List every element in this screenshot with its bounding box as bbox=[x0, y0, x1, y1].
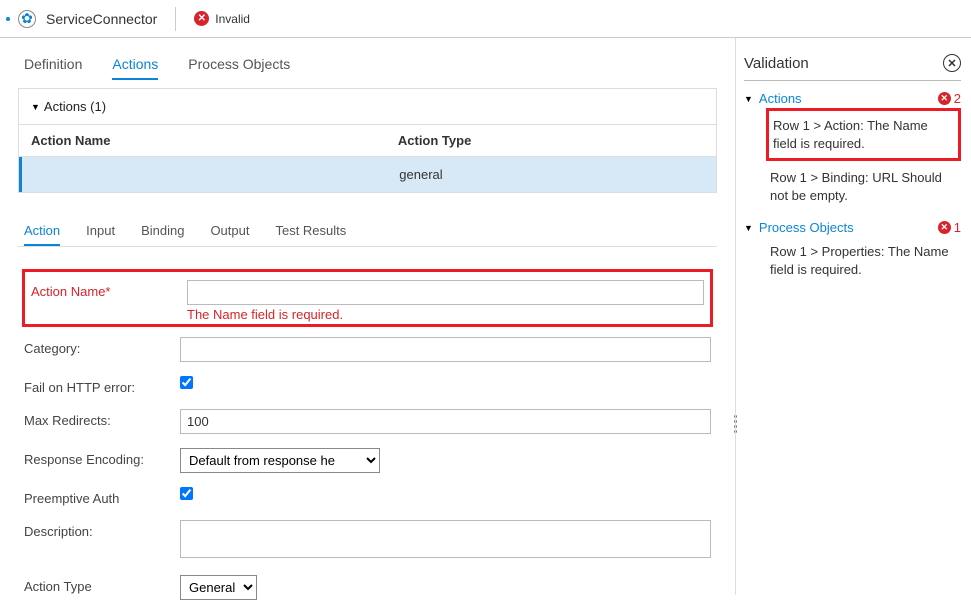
category-input[interactable] bbox=[180, 337, 711, 362]
validation-group-header-actions[interactable]: ▼ Actions ✕ 2 bbox=[744, 89, 961, 108]
description-textarea[interactable] bbox=[180, 520, 711, 558]
caret-down-icon: ▼ bbox=[744, 94, 753, 104]
actions-panel-title: Actions (1) bbox=[44, 99, 106, 114]
top-tabs: Definition Actions Process Objects bbox=[18, 56, 717, 80]
validation-count: ✕ 2 bbox=[938, 91, 961, 106]
tab-output[interactable]: Output bbox=[210, 223, 249, 246]
response-encoding-select[interactable]: Default from response he bbox=[180, 448, 380, 473]
tab-action[interactable]: Action bbox=[24, 223, 60, 246]
validation-group-process-objects: ▼ Process Objects ✕ 1 Row 1 > Properties… bbox=[744, 218, 961, 284]
col-action-name: Action Name bbox=[19, 125, 386, 156]
action-name-error: The Name field is required. bbox=[187, 307, 704, 322]
validation-title: Validation bbox=[744, 55, 809, 72]
action-name-label: Action Name* bbox=[31, 280, 187, 299]
tab-binding[interactable]: Binding bbox=[141, 223, 184, 246]
action-name-highlight: Action Name* The Name field is required. bbox=[22, 269, 713, 327]
status-badge: ✕ Invalid bbox=[194, 11, 250, 26]
response-encoding-label: Response Encoding: bbox=[24, 448, 180, 467]
row-action-name bbox=[22, 157, 387, 192]
divider bbox=[175, 7, 176, 31]
error-icon: ✕ bbox=[194, 11, 209, 26]
validation-group-actions: ▼ Actions ✕ 2 Row 1 > Action: The Name f… bbox=[744, 89, 961, 210]
caret-down-icon: ▼ bbox=[31, 102, 40, 112]
detail-tabs: Action Input Binding Output Test Results bbox=[18, 223, 717, 246]
action-type-select[interactable]: General bbox=[180, 575, 257, 600]
fail-http-label: Fail on HTTP error: bbox=[24, 376, 180, 395]
description-label: Description: bbox=[24, 520, 180, 539]
validation-item[interactable]: Row 1 > Action: The Name field is requir… bbox=[766, 108, 961, 161]
validation-group-header-process-objects[interactable]: ▼ Process Objects ✕ 1 bbox=[744, 218, 961, 237]
action-type-label: Action Type bbox=[24, 575, 180, 594]
validation-count: ✕ 1 bbox=[938, 220, 961, 235]
error-icon: ✕ bbox=[938, 92, 951, 105]
row-action-type: general bbox=[387, 157, 716, 192]
tab-actions[interactable]: Actions bbox=[112, 56, 158, 80]
close-icon[interactable]: ✕ bbox=[943, 54, 961, 72]
tab-input[interactable]: Input bbox=[86, 223, 115, 246]
tab-process-objects[interactable]: Process Objects bbox=[188, 56, 290, 80]
actions-panel: ▼ Actions (1) Action Name Action Type ge… bbox=[18, 88, 717, 193]
preemptive-auth-label: Preemptive Auth bbox=[24, 487, 180, 506]
error-icon: ✕ bbox=[938, 221, 951, 234]
fail-http-checkbox[interactable] bbox=[180, 376, 193, 389]
tab-test-results[interactable]: Test Results bbox=[275, 223, 346, 246]
header-bar: ✿ ServiceConnector ✕ Invalid bbox=[0, 0, 971, 38]
col-action-type: Action Type bbox=[386, 125, 716, 156]
validation-group-label: Process Objects bbox=[759, 220, 854, 235]
max-redirects-label: Max Redirects: bbox=[24, 409, 180, 428]
validation-item[interactable]: Row 1 > Binding: URL Should not be empty… bbox=[766, 163, 961, 210]
preemptive-auth-checkbox[interactable] bbox=[180, 487, 193, 500]
category-label: Category: bbox=[24, 337, 180, 356]
actions-table-header: Action Name Action Type bbox=[19, 124, 716, 157]
validation-group-label: Actions bbox=[759, 91, 802, 106]
status-label: Invalid bbox=[215, 12, 250, 26]
validation-header: Validation ✕ bbox=[744, 54, 961, 81]
table-row[interactable]: general bbox=[19, 157, 716, 192]
validation-pane: Validation ✕ ▼ Actions ✕ 2 Row 1 > Actio… bbox=[735, 38, 971, 595]
actions-panel-header[interactable]: ▼ Actions (1) bbox=[19, 89, 716, 124]
validation-item[interactable]: Row 1 > Properties: The Name field is re… bbox=[766, 237, 961, 284]
form-area: Action Name* The Name field is required.… bbox=[18, 246, 717, 600]
tab-definition[interactable]: Definition bbox=[24, 56, 82, 80]
max-redirects-input[interactable] bbox=[180, 409, 711, 434]
page-title: ServiceConnector bbox=[42, 11, 157, 27]
service-connector-icon: ✿ bbox=[18, 10, 36, 28]
action-name-input[interactable] bbox=[187, 280, 704, 305]
caret-down-icon: ▼ bbox=[744, 223, 753, 233]
bullet-icon bbox=[6, 17, 10, 21]
main-pane: Definition Actions Process Objects ▼ Act… bbox=[0, 38, 735, 595]
